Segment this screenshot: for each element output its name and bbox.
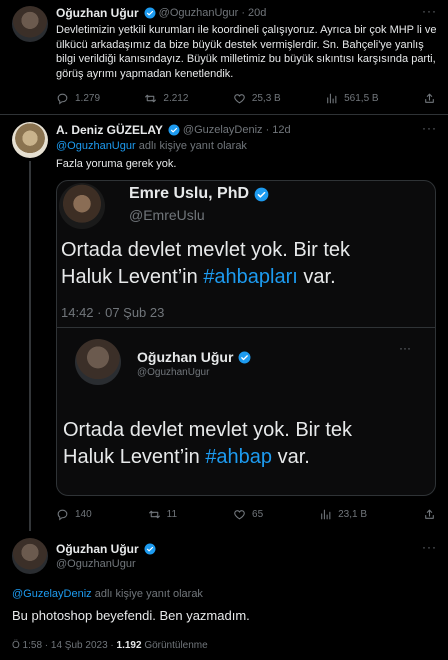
retweet-count: 11 <box>166 509 178 520</box>
screenshot-author-name: Oğuzhan Uğur <box>137 349 234 365</box>
views-label: Görüntülenme <box>144 640 208 651</box>
tweet-time[interactable]: 20d <box>248 7 266 19</box>
tweet-media-image[interactable]: Emre Uslu, PhD @EmreUslu Ortada devlet m… <box>56 180 436 496</box>
screenshot-hashtag: #ahbap <box>205 446 273 468</box>
views-icon <box>321 509 331 520</box>
reply-mention-link[interactable]: @OguzhanUgur <box>56 140 136 152</box>
retweet-icon <box>145 94 157 103</box>
screenshot-author-handle: @OguzhanUgur <box>137 367 210 378</box>
thread-line <box>29 161 31 531</box>
views-count: 1.192 <box>116 640 142 651</box>
screenshot-text-part: Haluk Levent’in <box>63 446 200 468</box>
verified-badge-icon <box>144 7 156 19</box>
avatar <box>59 183 105 229</box>
tweet-header: Oğuzhan Uğur <box>56 542 156 556</box>
retweet-button[interactable]: 11 <box>148 508 177 521</box>
tweet-actions: 1.279 2.212 25,3 B 561,5 B <box>56 92 436 105</box>
reply-button[interactable]: 1.279 <box>56 92 100 105</box>
reply-count: 1.279 <box>75 93 101 104</box>
screenshot-text-line: Haluk Levent’in #ahbap var. <box>63 444 433 471</box>
reply-context: @GuzelayDeniz adlı kişiye yanıt olarak <box>12 588 203 600</box>
tweet-header: Oğuzhan Uğur @OguzhanUgur · 20d <box>56 6 266 20</box>
verified-badge-icon <box>254 187 269 201</box>
more-icon[interactable]: ··· <box>422 540 437 554</box>
share-icon <box>425 93 434 103</box>
verified-badge-icon <box>168 124 180 136</box>
views-button[interactable]: 561,5 B <box>325 92 379 105</box>
share-button[interactable] <box>423 508 436 521</box>
like-button[interactable]: 65 <box>233 508 263 521</box>
avatar[interactable] <box>12 122 48 158</box>
screenshot-text-part: var. <box>277 446 310 468</box>
share-button[interactable] <box>423 92 436 105</box>
screenshot-text-line: Haluk Levent’in #ahbapları var. <box>61 264 433 291</box>
screenshot-text-line: Ortada devlet mevlet yok. Bir tek <box>63 419 353 441</box>
views-button[interactable]: 23,1 B <box>319 508 367 521</box>
like-button[interactable]: 25,3 B <box>233 92 281 105</box>
tweet-text: Devletimizin yetkili kurumları ile koord… <box>56 24 437 80</box>
screenshot-text: Ortada devlet mevlet yok. Bir tek Haluk … <box>61 237 433 291</box>
verified-badge-icon <box>238 351 251 363</box>
reply-icon <box>57 509 68 521</box>
screenshot-text-part: Haluk Levent’in <box>61 266 198 288</box>
retweet-count: 2.212 <box>163 93 189 104</box>
views-count: 561,5 B <box>344 93 379 104</box>
screenshot-hashtag: #ahbapları <box>203 266 298 288</box>
avatar[interactable] <box>12 6 48 42</box>
more-icon[interactable]: ··· <box>422 4 437 18</box>
screenshot-text-part: var. <box>303 266 336 288</box>
like-icon <box>234 94 245 104</box>
views-icon <box>327 93 337 104</box>
tweet-meta: Ö 1:58 · 14 Şub 2023 · 1.192 Görüntülenm… <box>12 640 208 651</box>
author-handle[interactable]: @GuzelayDeniz <box>183 124 263 136</box>
share-icon <box>425 509 434 519</box>
tweet-timestamp[interactable]: Ö 1:58 · 14 Şub 2023 · <box>12 640 114 651</box>
screenshot-header: Oğuzhan Uğur <box>137 349 251 365</box>
author-handle[interactable]: @OguzhanUgur <box>56 558 136 570</box>
reply-icon <box>57 93 68 105</box>
retweet-icon <box>148 510 160 519</box>
tweet-actions: 140 11 65 23,1 B <box>56 508 436 521</box>
screenshot-author-handle: @EmreUslu <box>129 207 205 223</box>
like-count: 25,3 B <box>251 93 281 104</box>
like-icon <box>234 510 245 520</box>
author-name[interactable]: Oğuzhan Uğur <box>56 6 139 20</box>
reply-mention-link[interactable]: @GuzelayDeniz <box>12 588 92 600</box>
reply-context-label: adlı kişiye yanıt olarak <box>138 140 247 152</box>
more-icon: ··· <box>399 341 411 355</box>
separator-dot: · <box>241 7 245 19</box>
screenshot-text: Ortada devlet mevlet yok. Bir tek Haluk … <box>63 417 433 471</box>
reply-button[interactable]: 140 <box>56 508 92 521</box>
tweet-header: A. Deniz GÜZELAY @GuzelayDeniz · 12d <box>56 123 291 137</box>
reply-context-label: adlı kişiye yanıt olarak <box>94 588 203 600</box>
avatar[interactable] <box>12 538 48 574</box>
screenshot-timestamp: 14:42 · 07 Şub 23 <box>61 305 165 320</box>
retweet-button[interactable]: 2.212 <box>144 92 188 105</box>
tweet-time[interactable]: 12d <box>272 124 290 136</box>
like-count: 65 <box>252 509 264 520</box>
tweet-text: Fazla yoruma gerek yok. <box>56 158 177 170</box>
separator-dot: · <box>265 124 270 136</box>
screenshot-divider <box>57 327 435 328</box>
screenshot-text-line: Ortada devlet mevlet yok. Bir tek <box>61 239 351 261</box>
divider <box>0 114 448 115</box>
author-name[interactable]: A. Deniz GÜZELAY <box>56 123 163 137</box>
screenshot-header: Emre Uslu, PhD <box>129 185 269 203</box>
author-name[interactable]: Oğuzhan Uğur <box>56 542 139 556</box>
reply-context: @OguzhanUgur adlı kişiye yanıt olarak <box>56 140 247 152</box>
tweet-text: Bu photoshop beyefendi. Ben yazmadım. <box>12 608 250 623</box>
author-handle[interactable]: @OguzhanUgur <box>159 7 239 19</box>
more-icon[interactable]: ··· <box>422 121 437 135</box>
reply-count: 140 <box>75 509 92 520</box>
views-count: 23,1 B <box>338 509 368 520</box>
avatar <box>75 339 121 385</box>
screenshot-author-name: Emre Uslu, PhD <box>129 185 250 202</box>
verified-badge-icon <box>144 543 156 555</box>
